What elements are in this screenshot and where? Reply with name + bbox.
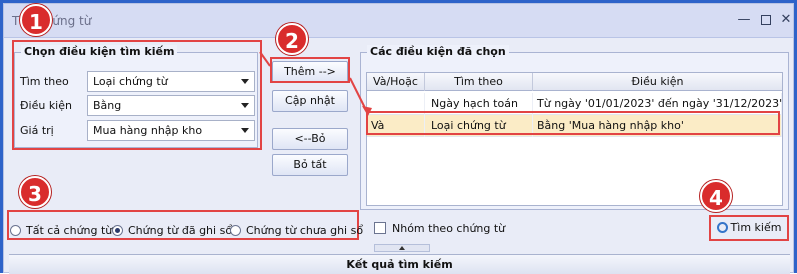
radio-checked-icon[interactable] xyxy=(112,225,123,236)
selected-legend: Các điều kiện đã chọn xyxy=(367,45,509,58)
column-header-condition[interactable]: Điều kiện xyxy=(533,73,782,91)
results-header: Kết quả tìm kiếm xyxy=(9,254,790,274)
splitter-handle[interactable] xyxy=(374,244,430,252)
group-by-voucher-checkbox[interactable] xyxy=(374,222,386,234)
column-header-field[interactable]: Tìm theo xyxy=(425,73,533,91)
highlight-box-4 xyxy=(709,215,789,241)
remove-all-button[interactable]: Bỏ tất xyxy=(272,154,348,176)
radio-icon[interactable] xyxy=(230,225,241,236)
minimize-icon[interactable]: — xyxy=(736,12,752,28)
radio-posted-label: Chứng từ đã ghi sổ xyxy=(128,224,233,237)
grid-header: Và/Hoặc Tìm theo Điều kiện xyxy=(367,73,782,91)
maximize-icon[interactable] xyxy=(758,12,774,28)
window-body: Tìm chứng từ — ✕ Chọn điều kiện tìm kiếm… xyxy=(3,3,794,274)
search-voucher-window: Tìm chứng từ — ✕ Chọn điều kiện tìm kiếm… xyxy=(0,0,797,274)
highlight-box-1 xyxy=(12,40,262,150)
radio-unposted-label: Chứng từ chưa ghi sổ xyxy=(246,224,364,237)
highlight-box-row xyxy=(366,111,780,135)
radio-all-vouchers[interactable]: Tất cả chứng từ xyxy=(10,224,112,237)
pointer-arrows xyxy=(259,51,372,116)
title-bar: Tìm chứng từ — ✕ xyxy=(4,4,793,38)
step-badge-3: 3 xyxy=(19,176,51,208)
group-by-voucher-label: Nhóm theo chứng từ xyxy=(392,222,506,235)
radio-posted-vouchers[interactable]: Chứng từ đã ghi sổ xyxy=(112,224,232,237)
radio-icon[interactable] xyxy=(10,225,21,236)
radio-all-label: Tất cả chứng từ xyxy=(26,224,113,237)
close-icon[interactable]: ✕ xyxy=(778,12,794,28)
step-badge-2: 2 xyxy=(276,23,308,55)
step-badge-1: 1 xyxy=(20,4,52,36)
radio-unposted-vouchers[interactable]: Chứng từ chưa ghi sổ xyxy=(230,224,363,237)
step-badge-4: 4 xyxy=(700,180,732,212)
